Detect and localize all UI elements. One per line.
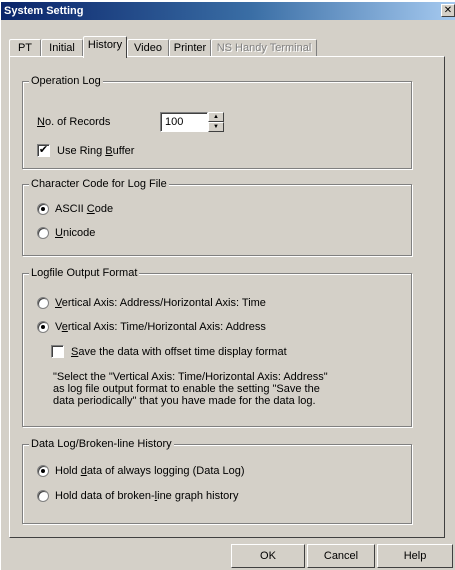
offset-time-label: Save the data with offset time display f… xyxy=(71,346,287,359)
spin-down-icon[interactable]: ▼ xyxy=(208,122,224,132)
no-of-records-label-mnemonic: N xyxy=(37,116,45,128)
no-of-records-label: No. of Records xyxy=(37,116,110,129)
vertical-time-label: Vertical Axis: Time/Horizontal Axis: Add… xyxy=(55,321,266,334)
tab-history[interactable]: History xyxy=(83,36,127,58)
ascii-code-label-a: ASCII xyxy=(55,203,87,215)
vertical-time-radio[interactable] xyxy=(37,321,49,333)
use-ring-buffer-checkbox[interactable]: ✔ xyxy=(37,144,50,157)
vertical-address-label-mnemonic: V xyxy=(55,297,62,309)
help-button[interactable]: Help xyxy=(377,544,453,568)
tab-pt[interactable]: PT xyxy=(9,39,41,57)
use-ring-buffer-label-b: uffer xyxy=(112,145,135,157)
broken-line-label-a: Hold data of broken- xyxy=(55,490,155,502)
ascii-code-label: ASCII Code xyxy=(55,203,113,216)
cancel-button[interactable]: Cancel xyxy=(307,544,375,568)
vertical-time-label-b: rtical Axis: Time/Horizontal Axis: Addre… xyxy=(67,321,266,333)
use-ring-buffer-label: Use Ring Buffer xyxy=(57,145,134,158)
no-of-records-label-text: o. of Records xyxy=(44,116,111,128)
offset-time-label-b: ave the data with offset time display fo… xyxy=(78,346,287,358)
title-bar[interactable]: System Setting ✕ xyxy=(1,2,455,20)
operation-log-group: Operation Log No. of Records 100 ▲ ▼ ✔ U… xyxy=(22,75,412,169)
ascii-code-label-mnemonic: C xyxy=(86,203,95,215)
always-logging-label: Hold data of always logging (Data Log) xyxy=(55,465,245,478)
vertical-time-label-a: V xyxy=(55,321,62,333)
vertical-address-radio[interactable] xyxy=(37,297,49,309)
spin-up-icon[interactable]: ▲ xyxy=(208,112,224,122)
logfile-output-format-title: Logfile Output Format xyxy=(29,267,140,280)
offset-time-checkbox[interactable] xyxy=(51,345,64,358)
tab-video[interactable]: Video xyxy=(127,39,169,57)
broken-line-label-b: ine graph history xyxy=(157,490,239,502)
history-tab-panel: Operation Log No. of Records 100 ▲ ▼ ✔ U… xyxy=(9,56,445,538)
use-ring-buffer-label-mnemonic: B xyxy=(105,145,113,157)
ok-button[interactable]: OK xyxy=(231,544,305,568)
tab-ns-handy-terminal: NS Handy Terminal xyxy=(211,39,317,57)
data-log-title: Data Log/Broken-line History xyxy=(29,438,174,451)
operation-log-title: Operation Log xyxy=(29,75,103,88)
always-logging-radio[interactable] xyxy=(37,465,49,477)
tab-initial[interactable]: Initial xyxy=(41,39,83,57)
data-log-group: Data Log/Broken-line History Hold data o… xyxy=(22,438,412,524)
ascii-code-label-b: ode xyxy=(94,203,114,215)
character-code-group: Character Code for Log File ASCII Code U… xyxy=(22,178,412,256)
logfile-output-format-group: Logfile Output Format Vertical Axis: Add… xyxy=(22,267,412,427)
system-setting-dialog: System Setting ✕ PT Initial History Vide… xyxy=(0,2,455,570)
always-logging-label-b: ata of always logging (Data Log) xyxy=(86,465,245,477)
unicode-label-b: nicode xyxy=(62,227,96,239)
no-of-records-input[interactable]: 100 xyxy=(160,112,208,132)
broken-line-radio[interactable] xyxy=(37,490,49,502)
vertical-address-label: Vertical Axis: Address/Horizontal Axis: … xyxy=(55,297,266,310)
broken-line-label: Hold data of broken-line graph history xyxy=(55,490,238,503)
window-title: System Setting xyxy=(4,5,84,17)
close-icon[interactable]: ✕ xyxy=(441,4,455,17)
logfile-format-note: "Select the "Vertical Axis: Time/Horizon… xyxy=(53,371,328,407)
unicode-label: Unicode xyxy=(55,227,95,240)
character-code-title: Character Code for Log File xyxy=(29,178,169,191)
unicode-label-mnemonic: U xyxy=(55,227,63,239)
vertical-address-label-b: ertical Axis: Address/Horizontal Axis: T… xyxy=(61,297,266,309)
unicode-radio[interactable] xyxy=(37,227,49,239)
ascii-code-radio[interactable] xyxy=(37,203,49,215)
always-logging-label-a: Hold xyxy=(55,465,81,477)
use-ring-buffer-label-a: Use Ring xyxy=(57,145,106,157)
tab-printer[interactable]: Printer xyxy=(169,39,211,57)
